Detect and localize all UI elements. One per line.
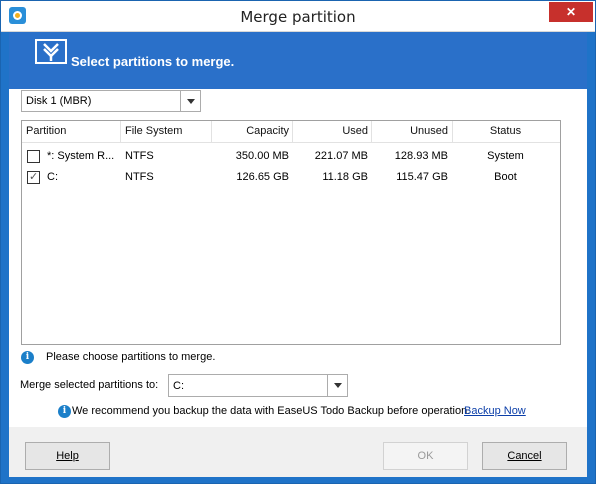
- close-button[interactable]: ✕: [549, 2, 593, 22]
- table-row[interactable]: *: System R... NTFS 350.00 MB 221.07 MB …: [22, 147, 560, 168]
- help-button[interactable]: Help: [25, 442, 110, 470]
- used: 221.07 MB: [314, 150, 368, 162]
- backup-now-link[interactable]: Backup Now: [464, 405, 526, 417]
- file-system: NTFS: [125, 171, 154, 183]
- info-icon: i: [21, 351, 34, 364]
- capacity: 126.65 GB: [236, 171, 289, 183]
- file-system: NTFS: [125, 150, 154, 162]
- status: Boot: [494, 171, 517, 183]
- partition-checkbox[interactable]: [27, 150, 40, 163]
- recommendation-text: We recommend you backup the data with Ea…: [72, 405, 471, 417]
- partition-table: Partition File System Capacity Used Unus…: [21, 120, 561, 345]
- cancel-button[interactable]: Cancel: [482, 442, 567, 470]
- table-header: Partition File System Capacity Used Unus…: [22, 121, 560, 143]
- disk-dropdown-value: Disk 1 (MBR): [26, 95, 92, 107]
- banner-heading: Select partitions to merge.: [71, 54, 235, 69]
- chevron-down-icon[interactable]: [180, 91, 200, 111]
- status: System: [487, 150, 524, 162]
- merge-target-dropdown[interactable]: C:: [168, 374, 348, 397]
- column-header-status[interactable]: Status: [452, 125, 559, 137]
- disk-dropdown[interactable]: Disk 1 (MBR): [21, 90, 201, 112]
- partition-name: *: System R...: [47, 150, 115, 162]
- chevron-down-icon[interactable]: [327, 375, 347, 396]
- help-button-label: Help: [56, 450, 79, 462]
- cancel-button-label: Cancel: [507, 450, 542, 462]
- hint-text: Please choose partitions to merge.: [46, 351, 216, 363]
- column-header-file-system[interactable]: File System: [125, 125, 182, 137]
- partition-name: C:: [47, 171, 58, 183]
- column-header-capacity[interactable]: Capacity: [212, 125, 289, 137]
- merge-target-label: Merge selected partitions to:: [20, 379, 159, 391]
- merge-icon: [35, 39, 67, 64]
- capacity: 350.00 MB: [235, 150, 289, 162]
- column-divider[interactable]: [120, 121, 121, 143]
- table-row[interactable]: C: NTFS 126.65 GB 11.18 GB 115.47 GB Boo…: [22, 168, 560, 189]
- ok-button[interactable]: OK: [383, 442, 468, 470]
- window-title: Merge partition: [240, 8, 356, 26]
- title-bar: Merge partition ✕: [1, 1, 595, 32]
- partition-checkbox[interactable]: [27, 170, 40, 184]
- info-icon: i: [58, 405, 71, 418]
- header-banner: Select partitions to merge.: [9, 32, 587, 89]
- used: 11.18 GB: [322, 171, 368, 183]
- column-header-partition[interactable]: Partition: [26, 125, 66, 137]
- dialog-footer: Help OK Cancel: [9, 427, 587, 477]
- unused: 115.47 GB: [396, 171, 448, 183]
- merge-target-value: C:: [173, 380, 184, 392]
- column-header-used[interactable]: Used: [292, 125, 368, 137]
- merge-partition-window: Merge partition ✕ Select partitions to m…: [0, 0, 596, 484]
- main-content: Disk 1 (MBR) Partition File System Capac…: [9, 89, 587, 427]
- unused: 128.93 MB: [394, 150, 448, 162]
- column-header-unused[interactable]: Unused: [371, 125, 448, 137]
